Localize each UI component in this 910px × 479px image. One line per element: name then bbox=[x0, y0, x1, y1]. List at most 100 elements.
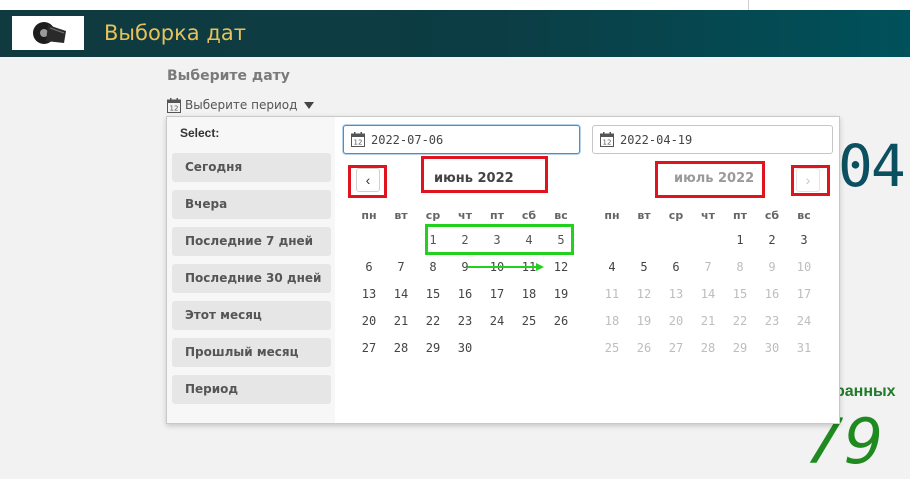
weekday-label: пт bbox=[490, 209, 504, 222]
day-cell[interactable]: 2 bbox=[757, 230, 787, 250]
weekday-label: чт bbox=[701, 209, 715, 222]
end-date-value: 2022-04-19 bbox=[620, 132, 693, 147]
day-cell[interactable]: 28 bbox=[386, 338, 416, 358]
day-cell[interactable]: 12 bbox=[629, 284, 659, 304]
day-cell[interactable]: 6 bbox=[661, 257, 691, 277]
weekday-label: сб bbox=[764, 209, 780, 222]
day-cell[interactable]: 3 bbox=[789, 230, 819, 250]
preset-period[interactable]: Период bbox=[172, 375, 331, 404]
svg-text:12: 12 bbox=[354, 139, 363, 147]
day-cell[interactable]: 24 bbox=[789, 311, 819, 331]
preset-last-month[interactable]: Прошлый месяц bbox=[172, 338, 331, 367]
calendar-icon: 12 bbox=[351, 132, 365, 147]
film-reel-logo-icon bbox=[33, 22, 66, 44]
weekday-label: пн bbox=[604, 209, 620, 222]
annotation-red-box-right-title bbox=[655, 161, 765, 198]
kpi-label: ранных bbox=[835, 383, 896, 400]
day-cell[interactable]: 30 bbox=[757, 338, 787, 358]
preset-last-7-days[interactable]: Последние 7 дней bbox=[172, 227, 331, 256]
weekday-label: вс bbox=[554, 209, 568, 222]
day-cell[interactable]: 26 bbox=[546, 311, 576, 331]
day-cell[interactable]: 6 bbox=[354, 257, 384, 277]
svg-text:12: 12 bbox=[603, 139, 612, 147]
annotation-green-arrow-icon bbox=[468, 263, 544, 271]
day-cell[interactable]: 7 bbox=[386, 257, 416, 277]
day-cell[interactable]: 22 bbox=[418, 311, 448, 331]
weekday-label: вт bbox=[637, 209, 651, 222]
preset-this-month[interactable]: Этот месяц bbox=[172, 301, 331, 330]
day-cell[interactable]: 18 bbox=[597, 311, 627, 331]
day-cell[interactable]: 25 bbox=[597, 338, 627, 358]
day-cell[interactable]: 21 bbox=[693, 311, 723, 331]
calendar-icon: 12 bbox=[600, 132, 614, 147]
preset-today[interactable]: Сегодня bbox=[172, 153, 331, 182]
day-cell[interactable]: 13 bbox=[661, 284, 691, 304]
end-date-input[interactable]: 12 2022-04-19 bbox=[592, 125, 833, 154]
chevron-down-icon bbox=[304, 101, 315, 109]
start-date-input[interactable]: 12 2022-07-06 bbox=[343, 125, 580, 154]
day-cell[interactable]: 16 bbox=[450, 284, 480, 304]
day-cell[interactable]: 22 bbox=[725, 311, 755, 331]
day-cell[interactable]: 26 bbox=[629, 338, 659, 358]
weekday-label: вт bbox=[394, 209, 408, 222]
day-cell[interactable]: 17 bbox=[789, 284, 819, 304]
day-cell[interactable]: 29 bbox=[418, 338, 448, 358]
weekday-label: пт bbox=[733, 209, 747, 222]
day-cell[interactable]: 15 bbox=[418, 284, 448, 304]
day-cell[interactable]: 25 bbox=[514, 311, 544, 331]
day-cell[interactable]: 30 bbox=[450, 338, 480, 358]
day-cell[interactable]: 18 bbox=[514, 284, 544, 304]
day-cell[interactable]: 23 bbox=[450, 311, 480, 331]
day-cell[interactable]: 20 bbox=[661, 311, 691, 331]
weekday-label: ср bbox=[668, 209, 684, 222]
sheet-title: Выберите дату bbox=[167, 68, 290, 84]
day-cell[interactable]: 9 bbox=[757, 257, 787, 277]
day-cell[interactable]: 29 bbox=[725, 338, 755, 358]
day-cell[interactable]: 5 bbox=[629, 257, 659, 277]
day-cell[interactable]: 20 bbox=[354, 311, 384, 331]
day-cell[interactable]: 24 bbox=[482, 311, 512, 331]
calendar-icon: 12 bbox=[167, 97, 181, 113]
day-cell[interactable]: 23 bbox=[757, 311, 787, 331]
top-strip-divider bbox=[748, 0, 749, 10]
preset-panel: Select: Сегодня Вчера Последние 7 дней П… bbox=[167, 117, 335, 423]
day-cell[interactable]: 10 bbox=[789, 257, 819, 277]
day-cell[interactable]: 31 bbox=[789, 338, 819, 358]
preset-last-30-days[interactable]: Последние 30 дней bbox=[172, 264, 331, 293]
annotation-red-box-next bbox=[791, 165, 830, 196]
period-dropdown[interactable]: 12 Выберите период bbox=[167, 97, 315, 113]
day-cell[interactable]: 14 bbox=[693, 284, 723, 304]
day-cell[interactable]: 14 bbox=[386, 284, 416, 304]
day-cell[interactable]: 27 bbox=[354, 338, 384, 358]
start-date-value: 2022-07-06 bbox=[371, 132, 444, 147]
day-cell[interactable]: 15 bbox=[725, 284, 755, 304]
app-logo bbox=[12, 16, 84, 50]
day-cell[interactable]: 4 bbox=[597, 257, 627, 277]
day-cell[interactable]: 1 bbox=[725, 230, 755, 250]
day-cell[interactable]: 13 bbox=[354, 284, 384, 304]
day-cell[interactable]: 28 bbox=[693, 338, 723, 358]
weekday-label: ср bbox=[425, 209, 441, 222]
day-cell[interactable]: 17 bbox=[482, 284, 512, 304]
period-dropdown-label: Выберите период bbox=[185, 98, 298, 112]
day-cell[interactable]: 19 bbox=[629, 311, 659, 331]
top-strip bbox=[0, 0, 910, 10]
annotation-red-box-prev bbox=[348, 165, 387, 198]
kpi-value: 04 bbox=[838, 132, 906, 200]
day-cell[interactable]: 11 bbox=[597, 284, 627, 304]
svg-text:12: 12 bbox=[170, 104, 179, 112]
day-cell[interactable]: 19 bbox=[546, 284, 576, 304]
day-cell[interactable]: 7 bbox=[693, 257, 723, 277]
day-cell[interactable]: 12 bbox=[546, 257, 576, 277]
day-cell[interactable]: 16 bbox=[757, 284, 787, 304]
app-title: Выборка дат bbox=[104, 21, 246, 45]
day-cell[interactable]: 27 bbox=[661, 338, 691, 358]
weekday-label: вс bbox=[797, 209, 811, 222]
day-cell[interactable]: 8 bbox=[725, 257, 755, 277]
day-cell[interactable]: 8 bbox=[418, 257, 448, 277]
select-label: Select: bbox=[180, 126, 220, 140]
app-header: Выборка дат bbox=[0, 10, 910, 57]
annotation-green-box-range bbox=[425, 224, 574, 255]
preset-yesterday[interactable]: Вчера bbox=[172, 190, 331, 219]
day-cell[interactable]: 21 bbox=[386, 311, 416, 331]
